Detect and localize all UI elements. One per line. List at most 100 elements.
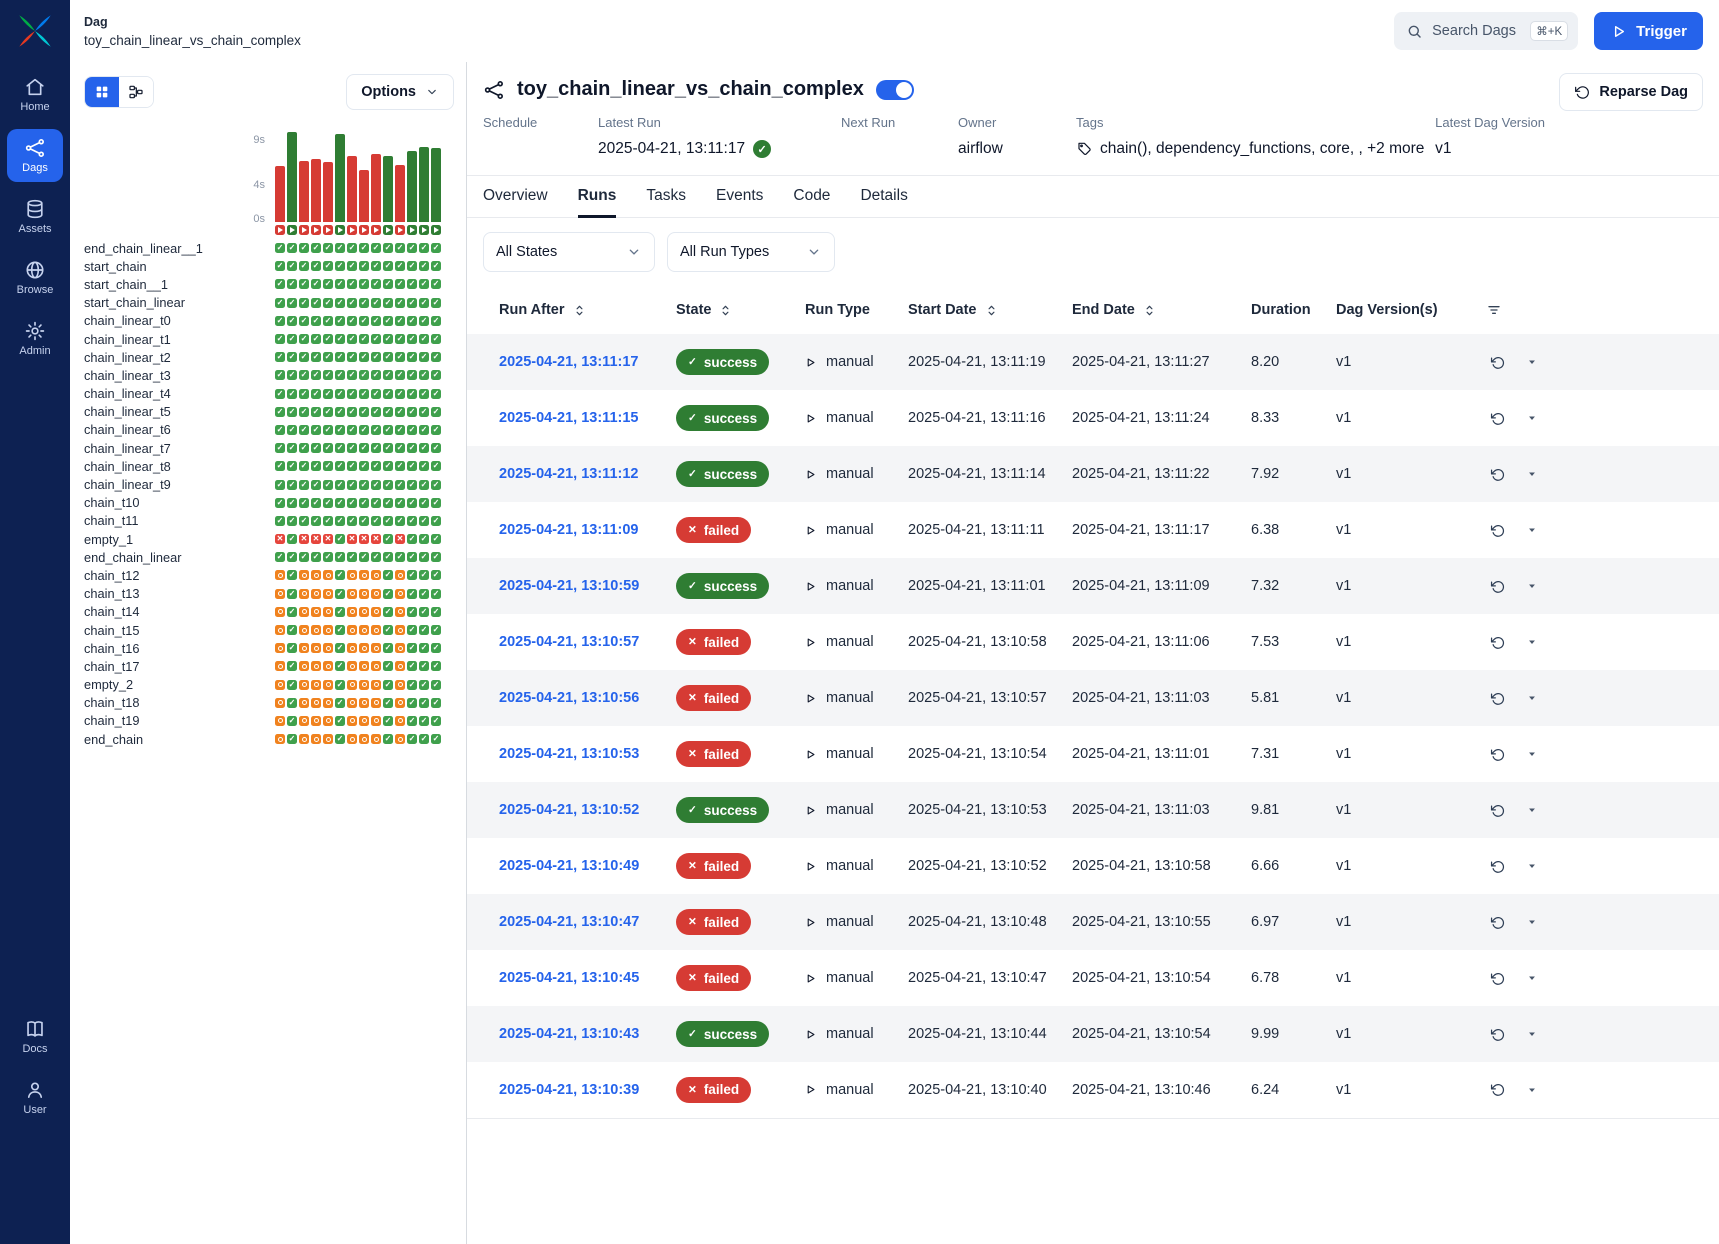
task-instance-success[interactable]: ✓: [407, 570, 417, 580]
task-instance-success[interactable]: ✓: [407, 680, 417, 690]
task-instance-upstream_failed[interactable]: [323, 643, 333, 653]
task-instance-success[interactable]: ✓: [383, 734, 393, 744]
run-duration-bar[interactable]: [359, 170, 369, 222]
task-instance-success[interactable]: ✓: [431, 407, 441, 417]
task-instance-success[interactable]: ✓: [407, 352, 417, 362]
task-instance-success[interactable]: ✓: [275, 316, 285, 326]
task-instance-success[interactable]: ✓: [383, 370, 393, 380]
task-instance-success[interactable]: ✓: [287, 352, 297, 362]
task-instance-success[interactable]: ✓: [431, 370, 441, 380]
task-instance-success[interactable]: ✓: [407, 698, 417, 708]
sidebar-item-dags[interactable]: Dags: [7, 129, 63, 182]
sidebar-item-assets[interactable]: Assets: [7, 190, 63, 243]
task-instance-success[interactable]: ✓: [335, 516, 345, 526]
task-instance-success[interactable]: ✓: [419, 516, 429, 526]
run-state-square[interactable]: [335, 225, 345, 235]
task-name[interactable]: chain_t19: [84, 713, 275, 728]
task-instance-success[interactable]: ✓: [287, 734, 297, 744]
task-instance-success[interactable]: ✓: [287, 389, 297, 399]
task-instance-upstream_failed[interactable]: [347, 680, 357, 690]
task-instance-success[interactable]: ✓: [431, 534, 441, 544]
sort-icon[interactable]: [1142, 303, 1157, 318]
task-instance-success[interactable]: ✓: [311, 352, 321, 362]
run-after-link[interactable]: 2025-04-21, 13:10:52: [499, 802, 639, 818]
task-instance-success[interactable]: ✓: [419, 570, 429, 580]
task-instance-upstream_failed[interactable]: [359, 643, 369, 653]
task-instance-success[interactable]: ✓: [311, 480, 321, 490]
task-instance-success[interactable]: ✓: [275, 279, 285, 289]
run-after-link[interactable]: 2025-04-21, 13:10:43: [499, 1026, 639, 1042]
task-instance-success[interactable]: ✓: [419, 643, 429, 653]
task-instance-upstream_failed[interactable]: [347, 589, 357, 599]
run-state-square[interactable]: [383, 225, 393, 235]
task-instance-success[interactable]: ✓: [395, 352, 405, 362]
task-instance-success[interactable]: ✓: [407, 279, 417, 289]
sort-icon[interactable]: [718, 303, 733, 318]
task-instance-success[interactable]: ✓: [335, 625, 345, 635]
task-instance-success[interactable]: ✓: [311, 279, 321, 289]
task-instance-success[interactable]: ✓: [287, 516, 297, 526]
caret-down-icon[interactable]: [1525, 971, 1539, 985]
task-instance-success[interactable]: ✓: [287, 370, 297, 380]
caret-down-icon[interactable]: [1525, 467, 1539, 481]
task-instance-success[interactable]: ✓: [347, 261, 357, 271]
task-instance-success[interactable]: ✓: [359, 279, 369, 289]
task-instance-success[interactable]: ✓: [419, 680, 429, 690]
task-instance-success[interactable]: ✓: [275, 461, 285, 471]
task-instance-upstream_failed[interactable]: [371, 607, 381, 617]
task-instance-success[interactable]: ✓: [395, 279, 405, 289]
task-instance-success[interactable]: ✓: [299, 389, 309, 399]
task-instance-upstream_failed[interactable]: [275, 716, 285, 726]
task-instance-upstream_failed[interactable]: [359, 680, 369, 690]
task-instance-success[interactable]: ✓: [407, 389, 417, 399]
run-duration-bar[interactable]: [371, 154, 381, 222]
task-name[interactable]: chain_t15: [84, 623, 275, 638]
task-instance-success[interactable]: ✓: [359, 370, 369, 380]
task-instance-success[interactable]: ✓: [431, 243, 441, 253]
task-instance-success[interactable]: ✓: [431, 716, 441, 726]
task-instance-success[interactable]: ✓: [371, 243, 381, 253]
refresh-icon[interactable]: [1490, 691, 1505, 706]
dag-enabled-toggle[interactable]: [876, 80, 914, 100]
task-instance-success[interactable]: ✓: [335, 243, 345, 253]
task-instance-success[interactable]: ✓: [383, 279, 393, 289]
task-instance-success[interactable]: ✓: [395, 407, 405, 417]
sidebar-item-user[interactable]: User: [7, 1071, 63, 1124]
run-after-link[interactable]: 2025-04-21, 13:10:49: [499, 858, 639, 874]
task-instance-success[interactable]: ✓: [383, 516, 393, 526]
search-input[interactable]: Search Dags ⌘+K: [1394, 12, 1578, 50]
task-instance-success[interactable]: ✓: [419, 625, 429, 635]
task-instance-success[interactable]: ✓: [299, 516, 309, 526]
task-instance-success[interactable]: ✓: [347, 370, 357, 380]
task-instance-success[interactable]: ✓: [431, 589, 441, 599]
task-instance-success[interactable]: ✓: [287, 552, 297, 562]
task-instance-upstream_failed[interactable]: [359, 625, 369, 635]
task-instance-success[interactable]: ✓: [335, 443, 345, 453]
task-instance-success[interactable]: ✓: [323, 516, 333, 526]
task-instance-upstream_failed[interactable]: [395, 643, 405, 653]
task-instance-success[interactable]: ✓: [287, 261, 297, 271]
run-state-square[interactable]: [431, 225, 441, 235]
task-instance-success[interactable]: ✓: [347, 334, 357, 344]
task-instance-success[interactable]: ✓: [431, 516, 441, 526]
task-instance-success[interactable]: ✓: [275, 425, 285, 435]
task-instance-success[interactable]: ✓: [383, 316, 393, 326]
task-instance-upstream_failed[interactable]: [275, 570, 285, 580]
caret-down-icon[interactable]: [1525, 411, 1539, 425]
task-instance-upstream_failed[interactable]: [395, 734, 405, 744]
run-duration-bar[interactable]: [431, 148, 441, 222]
trigger-button[interactable]: Trigger: [1594, 12, 1703, 50]
refresh-icon[interactable]: [1490, 803, 1505, 818]
task-instance-success[interactable]: ✓: [419, 261, 429, 271]
tab-tasks[interactable]: Tasks: [646, 176, 686, 218]
task-instance-success[interactable]: ✓: [431, 352, 441, 362]
state-filter-select[interactable]: All States: [483, 232, 655, 272]
filter-icon[interactable]: [1486, 302, 1502, 318]
task-instance-success[interactable]: ✓: [311, 334, 321, 344]
task-instance-success[interactable]: ✓: [287, 243, 297, 253]
task-instance-success[interactable]: ✓: [371, 298, 381, 308]
task-instance-success[interactable]: ✓: [359, 407, 369, 417]
task-instance-success[interactable]: ✓: [431, 298, 441, 308]
task-instance-success[interactable]: ✓: [275, 443, 285, 453]
task-instance-success[interactable]: ✓: [419, 552, 429, 562]
